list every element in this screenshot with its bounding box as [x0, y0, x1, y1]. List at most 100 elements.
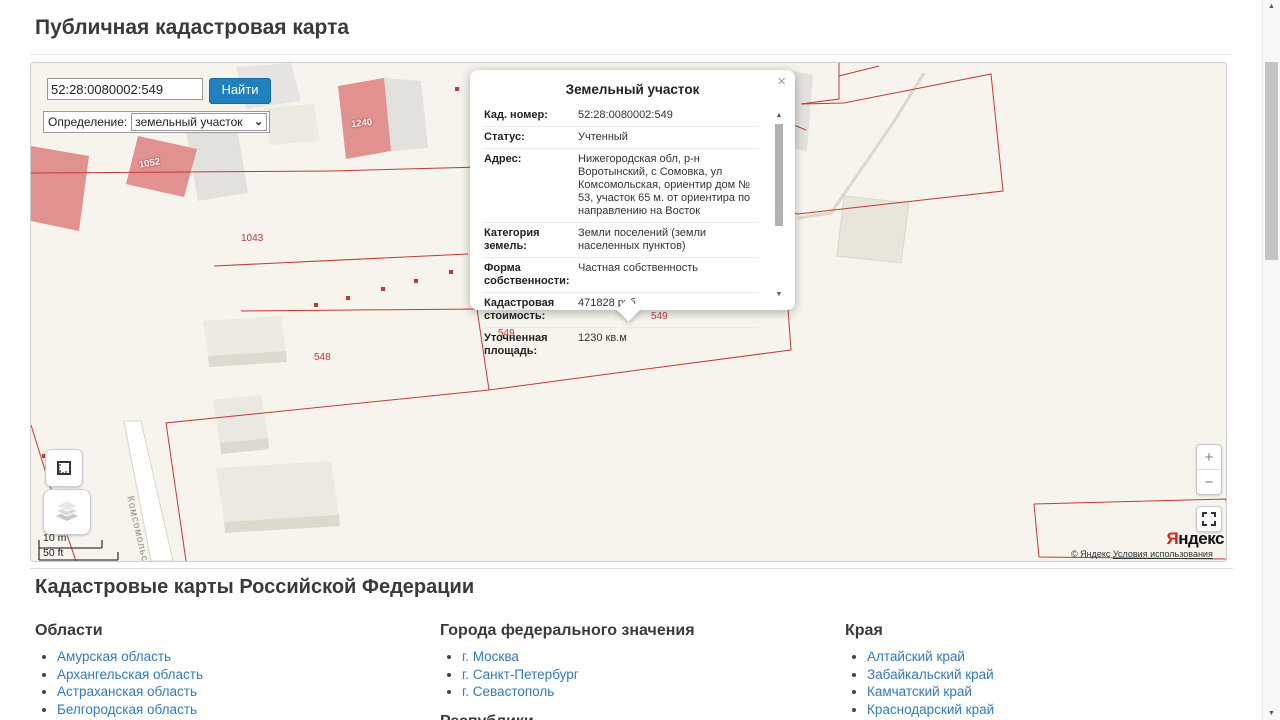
column-oblasti: Области Амурская область Архангельская об…	[35, 618, 440, 720]
popup-rows: Кад. номер: 52:28:0080002:549 Статус: Учтен…	[484, 105, 759, 362]
popup-row: Форма собственности: Частная собственност…	[484, 258, 759, 293]
field-value: 1230 кв.м	[578, 332, 627, 344]
region-link[interactable]: Краснодарский край	[867, 702, 994, 717]
fullscreen-icon	[1202, 512, 1216, 526]
list-item: Алтайский край	[867, 649, 1250, 664]
field-value: 52:28:0080002:549	[578, 109, 673, 121]
column-kraya: Края Алтайский край Забайкальский край Кам…	[845, 618, 1250, 720]
measure-icon	[57, 461, 71, 475]
region-link[interactable]: Забайкальский край	[867, 667, 994, 682]
filter-select[interactable]: земельный участок ⌄	[131, 113, 268, 131]
region-link[interactable]: г. Москва	[462, 649, 519, 664]
field-label: Категория земель:	[484, 227, 540, 252]
field-value: Нижегородская обл, р-н Воротынский, с Со…	[578, 153, 751, 217]
region-link[interactable]: Камчатский край	[867, 684, 972, 699]
column-goroda: Города федерального значения г. Москваг.…	[440, 618, 845, 720]
road	[123, 420, 174, 561]
scroll-up-icon[interactable]: ▲	[1263, 3, 1280, 10]
layers-icon	[54, 500, 80, 521]
map-copyright: © Яндекс Условия использования	[1071, 549, 1225, 559]
popup-row: Уточненная площадь: 1230 кв.м	[484, 328, 759, 362]
region-link[interactable]: г. Севастополь	[462, 684, 554, 699]
region-list: Алтайский край Забайкальский край Камчатск…	[845, 649, 1250, 720]
parcel-info-popup: × Земельный участок Кад. номер: 52:28:008…	[470, 70, 795, 357]
footer-title: Кадастровые карты Российской Федерации	[35, 576, 475, 598]
column-heading: Области	[35, 622, 103, 639]
building-grey	[384, 78, 428, 151]
field-value: Частная собственность	[578, 262, 699, 274]
field-value: Учтенный	[578, 131, 628, 143]
field-label: Кад. номер:	[484, 109, 548, 121]
popup-scrollbar[interactable]: ▲ ▼	[772, 112, 786, 298]
filter-control: Определение: земельный участок ⌄	[43, 111, 271, 133]
popup-row: Адрес: Нижегородская обл, р-н Воротынский…	[484, 149, 759, 223]
chevron-down-icon: ⌄	[254, 116, 264, 128]
scroll-up-icon[interactable]: ▲	[772, 112, 786, 119]
list-item: Белгородская область	[57, 702, 440, 717]
column-heading: Края	[845, 622, 883, 639]
zoom-in-button[interactable]: +	[1197, 445, 1221, 470]
popup-row: Кад. номер: 52:28:0080002:549	[484, 105, 759, 127]
building-beige	[216, 461, 339, 522]
yandex-logo-first: Я	[1166, 529, 1179, 548]
region-link[interactable]: Белгородская область	[57, 702, 197, 717]
page-title: Публичная кадастровая карта	[35, 16, 350, 39]
region-link[interactable]: Архангельская область	[57, 667, 203, 682]
list-item: Астраханская область	[57, 684, 440, 699]
path	[797, 72, 926, 220]
find-button[interactable]: Найти	[209, 78, 271, 104]
field-label: Уточненная площадь:	[484, 332, 548, 357]
divider	[30, 54, 1233, 55]
zoom-control: + −	[1196, 444, 1222, 495]
region-list: Амурская область Архангельская область Аст…	[35, 649, 440, 720]
building-pink	[31, 146, 89, 231]
list-item: Забайкальский край	[867, 667, 1250, 682]
filter-label: Определение:	[48, 115, 128, 129]
building-beige	[213, 395, 268, 443]
list-item: Краснодарский край	[867, 702, 1250, 717]
column-heading: Города федерального значения	[440, 622, 695, 639]
list-item: г. Севастополь	[462, 684, 845, 699]
list-item: г. Санкт-Петербург	[462, 667, 845, 682]
scale-imperial: 50 ft	[43, 547, 64, 559]
popup-row: Категория земель: Земли поселений (земли …	[484, 223, 759, 258]
field-label: Статус:	[484, 131, 525, 143]
scroll-down-icon[interactable]: ▼	[1263, 710, 1280, 717]
region-columns: Области Амурская область Архангельская об…	[35, 618, 1250, 720]
popup-scroll-thumb[interactable]	[775, 124, 783, 226]
scale-metric: 10 m	[43, 532, 67, 544]
column-heading: Республики	[440, 713, 845, 720]
building-beige	[203, 316, 286, 356]
region-link[interactable]: Астраханская область	[57, 684, 197, 699]
map-label: 1043	[241, 233, 264, 244]
list-item: г. Москва	[462, 649, 845, 664]
measure-button[interactable]	[45, 449, 83, 487]
page-scrollbar[interactable]: ▲ ▼	[1262, 0, 1280, 720]
map-label: 1240	[350, 116, 373, 131]
popup-row: Статус: Учтенный	[484, 127, 759, 149]
divider	[30, 568, 1233, 569]
list-item: Камчатский край	[867, 684, 1250, 699]
search-input[interactable]	[47, 78, 203, 100]
building-grey	[186, 123, 248, 201]
building-beige	[264, 104, 320, 145]
region-link[interactable]: Алтайский край	[867, 649, 965, 664]
field-label: Форма собственности:	[484, 262, 570, 287]
popup-title: Земельный участок	[565, 82, 700, 97]
region-list: г. Москва г. Санкт-Петербург г. Севастопол…	[440, 649, 845, 699]
layers-button[interactable]	[43, 489, 91, 535]
page: Публичная кадастровая карта 1043 548 549…	[0, 0, 1280, 720]
region-link[interactable]: Амурская область	[57, 649, 171, 664]
list-item: Архангельская область	[57, 667, 440, 682]
yandex-logo[interactable]: Яндекс	[1166, 529, 1225, 549]
scroll-down-icon[interactable]: ▼	[772, 291, 786, 298]
map-label: 548	[314, 352, 331, 363]
zoom-out-button[interactable]: −	[1197, 470, 1221, 494]
page-scroll-thumb[interactable]	[1265, 62, 1278, 260]
building-pink	[126, 136, 197, 197]
region-link[interactable]: г. Санкт-Петербург	[462, 667, 579, 682]
field-label: Адрес:	[484, 153, 522, 165]
field-value: Земли поселений (земли населенных пункто…	[578, 227, 707, 252]
popup-close-button[interactable]: ×	[777, 74, 786, 89]
terms-link[interactable]: Условия использования	[1113, 549, 1213, 559]
